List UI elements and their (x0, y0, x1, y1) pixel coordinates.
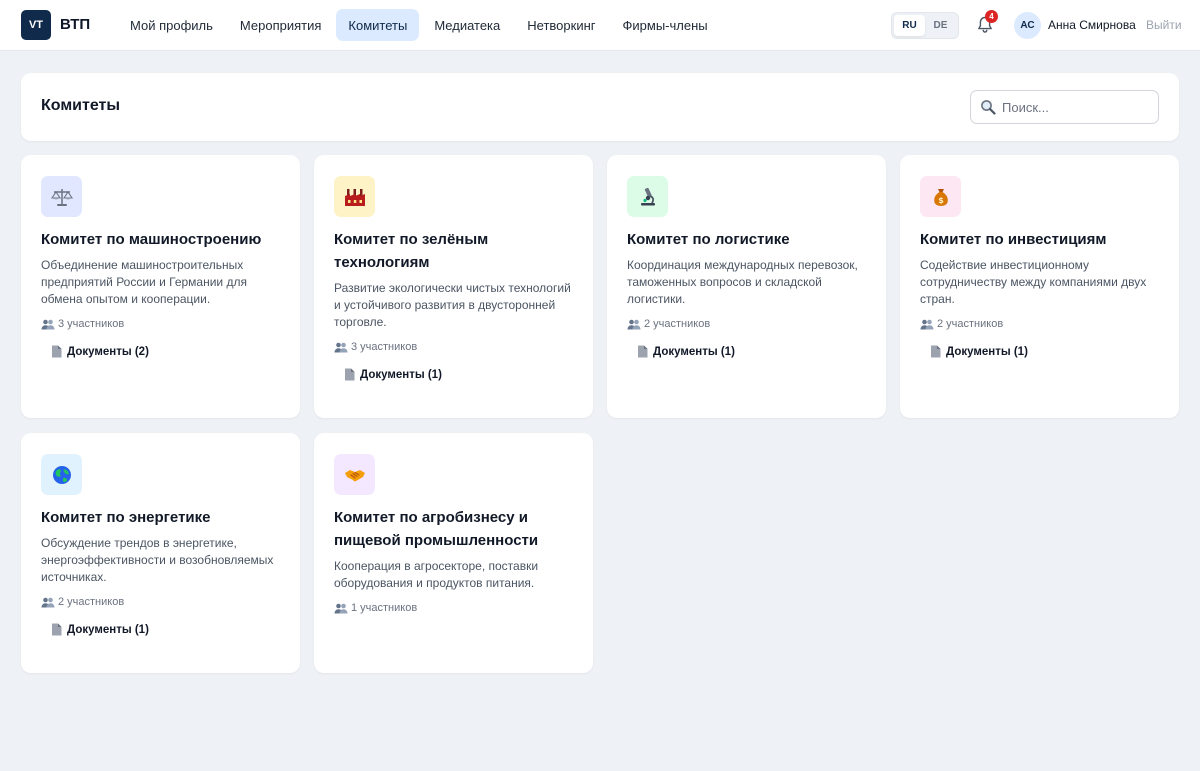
notifications-button[interactable]: 4 (976, 10, 998, 36)
committee-card[interactable]: $ Комитет по инвестициям Содействие инве… (900, 155, 1179, 418)
documents-label: Документы (1) (946, 345, 1028, 358)
document-icon (52, 623, 62, 636)
factory-icon (334, 176, 375, 217)
members-count-label: 2 участников (644, 318, 711, 330)
committee-title: Комитет по энергетике (41, 509, 211, 526)
committee-card[interactable]: Комитет по машиностроению Объединение ма… (21, 155, 300, 418)
members-count: 2 участников (627, 318, 872, 330)
members-count-label: 1 участников (351, 602, 418, 614)
committee-title: Комитет по машиностроению (41, 231, 262, 248)
search-input[interactable] (1002, 99, 1152, 115)
committee-description: Координация международных перевозок, там… (627, 258, 858, 306)
committee-title: Комитет по логистике (627, 231, 790, 248)
logout-link[interactable]: Выйти (1146, 18, 1182, 32)
handshake-icon (334, 454, 375, 495)
language-switcher: RU DE (891, 12, 959, 39)
lang-ru-button[interactable]: RU (894, 15, 925, 36)
members-count: 2 участников (920, 318, 1165, 330)
committee-card[interactable]: Комитет по агробизнесу и пищевой промышл… (314, 433, 593, 673)
scales-icon (41, 176, 82, 217)
documents-link[interactable]: Документы (1) (930, 345, 1165, 358)
members-count-label: 3 участников (58, 318, 125, 330)
people-icon (334, 603, 348, 613)
committee-card[interactable]: Комитет по зелёным технологиям Развитие … (314, 155, 593, 418)
committee-description: Обсуждение трендов в энергетике, энергоэ… (41, 536, 274, 584)
money-bag-icon: $ (920, 176, 961, 217)
svg-text:$: $ (938, 196, 944, 205)
committee-description: Развитие экологически чистых технологий … (334, 281, 571, 329)
members-count-label: 2 участников (58, 596, 125, 608)
documents-label: Документы (1) (360, 368, 442, 381)
members-count-label: 2 участников (937, 318, 1004, 330)
documents-link[interactable]: Документы (1) (51, 623, 286, 636)
lang-de-button[interactable]: DE (925, 15, 956, 36)
nav-item-member-firms[interactable]: Фирмы-члены (611, 9, 720, 41)
document-icon (345, 368, 355, 381)
committee-description: Содействие инвестиционному сотрудничеств… (920, 258, 1147, 306)
nav-item-networking[interactable]: Нетворкинг (515, 9, 607, 41)
top-navbar: VT ВТП Мой профиль Мероприятия Комитеты … (0, 0, 1200, 51)
members-count: 2 участников (41, 596, 286, 608)
people-icon (41, 319, 55, 329)
nav-item-profile[interactable]: Мой профиль (118, 9, 225, 41)
nav-item-events[interactable]: Мероприятия (228, 9, 334, 41)
logo-text[interactable]: ВТП (60, 16, 90, 33)
people-icon (334, 342, 348, 352)
committee-title: Комитет по инвестициям (920, 231, 1107, 248)
logo-badge[interactable]: VT (21, 10, 51, 40)
committee-description: Кооперация в агросекторе, поставки обору… (334, 559, 539, 590)
committee-card[interactable]: Комитет по энергетике Обсуждение трендов… (21, 433, 300, 673)
documents-label: Документы (2) (67, 345, 149, 358)
members-count: 3 участников (334, 341, 579, 353)
page-title: Комитеты (41, 97, 121, 114)
search-icon (981, 100, 996, 115)
members-count-label: 3 участников (351, 341, 418, 353)
members-count: 3 участников (41, 318, 286, 330)
members-count: 1 участников (334, 602, 579, 614)
microscope-icon (627, 176, 668, 217)
search-box[interactable] (970, 90, 1159, 124)
people-icon (627, 319, 641, 329)
committee-description: Объединение машиностроительных предприят… (41, 258, 247, 306)
documents-link[interactable]: Документы (1) (637, 345, 872, 358)
people-icon (920, 319, 934, 329)
avatar[interactable]: АС (1014, 12, 1041, 39)
committee-title: Комитет по агробизнесу и пищевой промышл… (334, 509, 539, 549)
nav-item-committees[interactable]: Комитеты (336, 9, 420, 41)
documents-label: Документы (1) (67, 623, 149, 636)
globe-icon (41, 454, 82, 495)
committee-title: Комитет по зелёным технологиям (334, 231, 489, 271)
document-icon (638, 345, 648, 358)
people-icon (41, 597, 55, 607)
user-name[interactable]: Анна Смирнова (1048, 18, 1136, 32)
main-nav: Мой профиль Мероприятия Комитеты Медиате… (118, 9, 723, 41)
document-icon (931, 345, 941, 358)
documents-label: Документы (1) (653, 345, 735, 358)
committee-card[interactable]: Комитет по логистике Координация междуна… (607, 155, 886, 418)
notification-count-badge: 4 (985, 10, 998, 23)
nav-item-media[interactable]: Медиатека (422, 9, 512, 41)
documents-link[interactable]: Документы (1) (344, 368, 579, 381)
documents-link[interactable]: Документы (2) (51, 345, 286, 358)
page-header-card: Комитеты (21, 73, 1179, 141)
document-icon (52, 345, 62, 358)
